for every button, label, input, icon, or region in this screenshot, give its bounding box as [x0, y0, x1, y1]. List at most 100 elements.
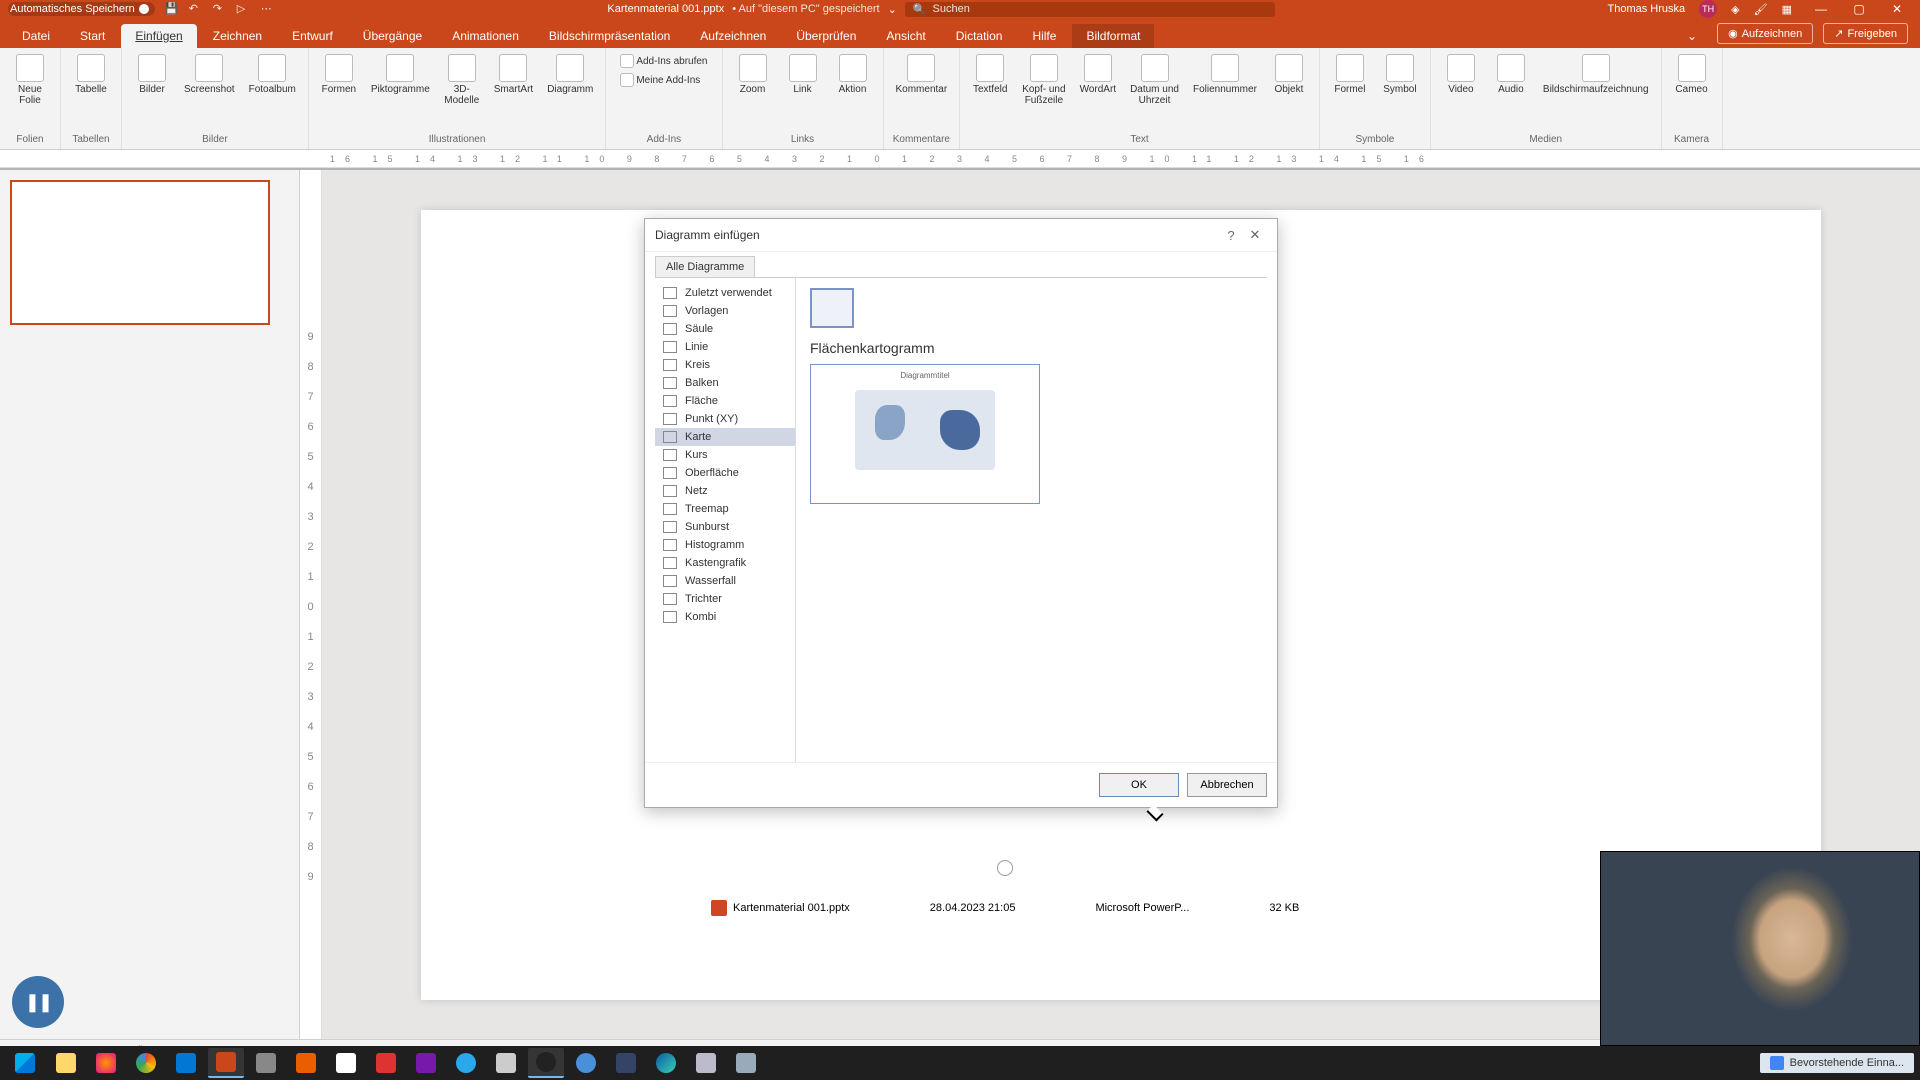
- taskbar-app-powerpoint[interactable]: [208, 1048, 244, 1078]
- taskbar-app-telegram[interactable]: [448, 1048, 484, 1078]
- my-addins-button[interactable]: Meine Add-Ins: [614, 71, 713, 89]
- paintbrush-icon[interactable]: 🖌: [1754, 3, 1768, 16]
- dialog-tab-all[interactable]: Alle Diagramme: [655, 256, 755, 277]
- maximize-button[interactable]: ▢: [1844, 2, 1874, 16]
- diamond-icon[interactable]: ◈: [1731, 3, 1739, 16]
- taskbar-app-generic7[interactable]: [688, 1048, 724, 1078]
- taskbar-app-vlc[interactable]: [288, 1048, 324, 1078]
- ribbon-tab-datei[interactable]: Datei: [8, 24, 64, 48]
- taskbar-app-generic8[interactable]: [728, 1048, 764, 1078]
- chart-category-balken[interactable]: Balken: [655, 374, 795, 392]
- ribbon-tab-hilfe[interactable]: Hilfe: [1018, 24, 1070, 48]
- taskbar-app-firefox[interactable]: [88, 1048, 124, 1078]
- dialog-help-button[interactable]: ?: [1219, 228, 1243, 243]
- chart-category-treemap[interactable]: Treemap: [655, 500, 795, 518]
- present-icon[interactable]: ▷: [237, 2, 251, 16]
- taskbar-app-generic6[interactable]: [608, 1048, 644, 1078]
- new-slide-button[interactable]: NeueFolie: [8, 52, 52, 108]
- start-button[interactable]: [6, 1048, 44, 1078]
- chart-category-trichter[interactable]: Trichter: [655, 590, 795, 608]
- video-button[interactable]: Video: [1439, 52, 1483, 97]
- chevron-down-icon[interactable]: ⌄: [888, 3, 897, 16]
- textbox-button[interactable]: Textfeld: [968, 52, 1012, 97]
- avatar[interactable]: TH: [1699, 0, 1717, 18]
- chart-category-flche[interactable]: Fläche: [655, 392, 795, 410]
- taskbar-app-chrome[interactable]: [128, 1048, 164, 1078]
- rotate-handle-icon[interactable]: [997, 860, 1013, 876]
- slide-number-button[interactable]: Foliennummer: [1189, 52, 1261, 97]
- pictograms-button[interactable]: Piktogramme: [367, 52, 434, 97]
- comment-button[interactable]: Kommentar: [892, 52, 952, 97]
- pause-button[interactable]: [12, 976, 64, 1028]
- taskbar-app-obs[interactable]: [528, 1048, 564, 1078]
- ribbon-tab-bildformat[interactable]: Bildformat: [1072, 24, 1154, 48]
- chart-category-netz[interactable]: Netz: [655, 482, 795, 500]
- chart-category-kastengrafik[interactable]: Kastengrafik: [655, 554, 795, 572]
- action-button[interactable]: Aktion: [831, 52, 875, 97]
- chart-category-sunburst[interactable]: Sunburst: [655, 518, 795, 536]
- ribbon-tab-start[interactable]: Start: [66, 24, 119, 48]
- chart-category-histogramm[interactable]: Histogramm: [655, 536, 795, 554]
- taskbar-app-generic3[interactable]: [368, 1048, 404, 1078]
- object-button[interactable]: Objekt: [1267, 52, 1311, 97]
- taskbar-app-onenote[interactable]: [408, 1048, 444, 1078]
- collapse-ribbon-icon[interactable]: ⌄: [1673, 24, 1711, 48]
- chart-button[interactable]: Diagramm: [543, 52, 597, 97]
- cameo-button[interactable]: Cameo: [1670, 52, 1714, 97]
- more-icon[interactable]: ⋯: [261, 2, 275, 16]
- grid-icon[interactable]: ▦: [1782, 3, 1792, 16]
- taskbar-app-outlook[interactable]: [168, 1048, 204, 1078]
- get-addins-button[interactable]: Add-Ins abrufen: [614, 52, 713, 70]
- redo-icon[interactable]: ↷: [213, 2, 227, 16]
- chart-category-wasserfall[interactable]: Wasserfall: [655, 572, 795, 590]
- symbol-button[interactable]: Symbol: [1378, 52, 1422, 97]
- chart-category-zuletztverwendet[interactable]: Zuletzt verwendet: [655, 284, 795, 302]
- chart-category-oberflche[interactable]: Oberfläche: [655, 464, 795, 482]
- chart-preview-box[interactable]: Diagrammtitel: [810, 364, 1040, 504]
- taskbar-app-generic4[interactable]: [488, 1048, 524, 1078]
- equation-button[interactable]: Formel: [1328, 52, 1372, 97]
- ribbon-tab-bildschirmpräsentation[interactable]: Bildschirmpräsentation: [535, 24, 684, 48]
- share-button[interactable]: ↗ Freigeben: [1823, 23, 1908, 44]
- smartart-button[interactable]: SmartArt: [490, 52, 537, 97]
- minimize-button[interactable]: —: [1806, 2, 1836, 16]
- ribbon-tab-einfügen[interactable]: Einfügen: [121, 24, 196, 48]
- pictures-button[interactable]: Bilder: [130, 52, 174, 97]
- record-button[interactable]: ◉ Aufzeichnen: [1717, 23, 1813, 44]
- save-icon[interactable]: 💾: [165, 2, 179, 16]
- dialog-close-button[interactable]: ✕: [1243, 227, 1267, 243]
- close-button[interactable]: ✕: [1882, 2, 1912, 16]
- chart-category-kurs[interactable]: Kurs: [655, 446, 795, 464]
- cancel-button[interactable]: Abbrechen: [1187, 773, 1267, 797]
- ribbon-tab-zeichnen[interactable]: Zeichnen: [199, 24, 276, 48]
- undo-icon[interactable]: ↶: [189, 2, 203, 16]
- date-time-button[interactable]: Datum undUhrzeit: [1126, 52, 1183, 108]
- wordart-button[interactable]: WordArt: [1076, 52, 1121, 97]
- taskbar-app-generic2[interactable]: [328, 1048, 364, 1078]
- ok-button[interactable]: OK: [1099, 773, 1179, 797]
- zoom-button[interactable]: Zoom: [731, 52, 775, 97]
- embedded-object[interactable]: Kartenmaterial 001.pptx 28.04.2023 21:05…: [711, 900, 1299, 916]
- chart-category-list[interactable]: Zuletzt verwendetVorlagenSäuleLinieKreis…: [655, 278, 795, 762]
- ribbon-tab-dictation[interactable]: Dictation: [942, 24, 1017, 48]
- taskbar-app-explorer[interactable]: [48, 1048, 84, 1078]
- autosave-toggle[interactable]: Automatisches Speichern: [8, 2, 155, 16]
- header-footer-button[interactable]: Kopf- undFußzeile: [1018, 52, 1069, 108]
- slide-thumbnail[interactable]: 1: [10, 180, 270, 325]
- screen-recording-button[interactable]: Bildschirmaufzeichnung: [1539, 52, 1653, 97]
- link-button[interactable]: Link: [781, 52, 825, 97]
- ribbon-tab-animationen[interactable]: Animationen: [438, 24, 533, 48]
- audio-button[interactable]: Audio: [1489, 52, 1533, 97]
- photo-album-button[interactable]: Fotoalbum: [245, 52, 300, 97]
- chart-category-linie[interactable]: Linie: [655, 338, 795, 356]
- ribbon-tab-übergänge[interactable]: Übergänge: [349, 24, 436, 48]
- table-button[interactable]: Tabelle: [69, 52, 113, 97]
- taskbar-app-generic1[interactable]: [248, 1048, 284, 1078]
- 3d-models-button[interactable]: 3D-Modelle: [440, 52, 484, 108]
- slide-thumbnails-pane[interactable]: 1: [0, 170, 300, 1044]
- ribbon-tab-aufzeichnen[interactable]: Aufzeichnen: [686, 24, 780, 48]
- chart-category-kreis[interactable]: Kreis: [655, 356, 795, 374]
- search-box[interactable]: 🔍: [905, 2, 1275, 17]
- shapes-button[interactable]: Formen: [317, 52, 361, 97]
- chart-category-karte[interactable]: Karte: [655, 428, 795, 446]
